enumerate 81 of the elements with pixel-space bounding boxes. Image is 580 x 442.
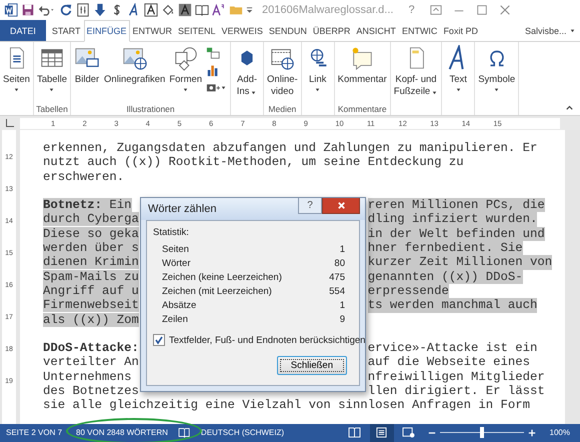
- tool-icon[interactable]: [76, 2, 90, 17]
- stat-value: 1: [340, 300, 345, 311]
- group-label: Kommentare: [338, 104, 387, 116]
- arrow-down-icon[interactable]: [93, 2, 107, 17]
- customize-caret-icon[interactable]: [246, 6, 253, 14]
- shaded-a-icon[interactable]: [178, 2, 192, 17]
- text-line: Unternehmens: [43, 370, 132, 384]
- text-line: DDoS-Attacke:: [43, 341, 139, 356]
- stat-label: Seiten: [162, 244, 189, 255]
- collapse-ribbon-icon[interactable]: [565, 103, 574, 112]
- proofing-book-icon[interactable]: [178, 427, 191, 438]
- text-line: verteilter An: [43, 355, 139, 370]
- stat-value: 475: [329, 272, 345, 283]
- account-menu[interactable]: Salvisbe...: [518, 20, 580, 42]
- text-line: erschweren.: [43, 170, 124, 184]
- close-icon: [336, 201, 346, 210]
- stat-value: 80: [334, 258, 345, 269]
- stat-label: Absätze: [162, 300, 196, 311]
- close-button[interactable]: Schließen: [276, 356, 347, 375]
- close-icon[interactable]: [498, 4, 511, 16]
- group-label: Illustrationen: [126, 104, 175, 116]
- text-line: des Botnetzes: [43, 384, 139, 398]
- ribbon-button[interactable]: Kommentar: [336, 44, 389, 88]
- ribbon-button[interactable]: Symbole: [476, 44, 518, 94]
- smartart-icon: [206, 46, 220, 60]
- ribbon-button[interactable]: Link: [302, 44, 333, 94]
- ribbon-button[interactable]: Bilder: [72, 44, 102, 88]
- text-line: auf die Webseite eines: [368, 355, 530, 370]
- stat-label: Zeichen (mit Leerzeichen): [162, 286, 272, 297]
- text-line: sie alle gleichzeitig eine Vielzahl von sinnlosen Anfragen in Form: [43, 398, 530, 413]
- checkbox[interactable]: [153, 334, 165, 346]
- page-indicator[interactable]: SEITE 2 VON 7: [6, 428, 62, 438]
- zoom-level[interactable]: 100%: [550, 428, 570, 438]
- stat-label: Zeilen: [162, 314, 188, 325]
- zoom-in-icon[interactable]: [528, 428, 536, 437]
- stat-label: Wörter: [162, 258, 190, 269]
- save-icon[interactable]: [21, 2, 35, 17]
- stat-value: 554: [329, 286, 345, 297]
- font-size-icon[interactable]: [212, 2, 226, 17]
- book-icon[interactable]: [195, 2, 209, 17]
- close-button[interactable]: [322, 198, 360, 214]
- ribbon-button[interactable]: Kopf- und Fußzeile: [392, 44, 440, 100]
- word-count[interactable]: 80 VON 2848 WÖRTERN: [76, 428, 168, 438]
- shapes-icon: [172, 45, 199, 72]
- ribbon-tab[interactable]: EINFÜGE: [84, 20, 130, 42]
- text-line: erkennen, Zugangsdaten abzufangen und Zahlungen zu manipulieren. Er: [43, 140, 538, 156]
- ribbon-tab[interactable]: DATEI: [0, 20, 46, 42]
- help-button[interactable]: ?: [298, 198, 322, 214]
- language-indicator[interactable]: DEUTSCH (SCHWEIZ): [200, 428, 284, 438]
- stat-value: 9: [340, 314, 345, 325]
- help-button[interactable]: ?: [404, 4, 419, 16]
- checkbox-label[interactable]: Textfelder, Fuß- und Endnoten berücksichtigen: [169, 334, 366, 346]
- refresh-icon[interactable]: [59, 2, 73, 17]
- stat-label: Zeichen (keine Leerzeichen): [162, 272, 282, 283]
- text-line: ervice»-Attacke ist ein: [368, 341, 538, 356]
- caret-icon: [569, 26, 576, 34]
- framed-a-icon[interactable]: [144, 2, 158, 17]
- text-line: llen dirigiert. Er lässt: [368, 384, 545, 398]
- word-logo-icon: [4, 2, 18, 17]
- paint-bucket-icon[interactable]: [161, 2, 175, 17]
- ribbon-button[interactable]: Formen: [167, 44, 204, 94]
- text-line: nutzt auch ((x)) Rootkit-Methoden, um seine Entdeckung zu: [43, 155, 464, 170]
- tab-stop-icon[interactable]: [6, 119, 14, 128]
- zoom-slider-thumb[interactable]: [480, 427, 484, 438]
- ribbon-button[interactable]: Seiten: [1, 44, 32, 94]
- ribbon-button[interactable]: Text: [443, 44, 474, 94]
- ribbon-button[interactable]: Online- video: [265, 44, 300, 100]
- chart-icon: [206, 63, 220, 78]
- group-label: Medien: [268, 104, 296, 116]
- print-layout-icon[interactable]: [370, 424, 394, 442]
- maximize-icon[interactable]: [476, 4, 488, 16]
- stat-value: 1: [340, 244, 345, 255]
- group-label: Tabellen: [36, 104, 68, 116]
- ribbon-button[interactable]: Add- Ins: [232, 44, 262, 100]
- ribbon-display-icon[interactable]: [430, 4, 442, 16]
- text-line: nfreiwilligen Mitglieder: [368, 370, 545, 384]
- dialog-title: Wörter zählen: [148, 203, 216, 215]
- group-label: Statistik:: [153, 227, 190, 238]
- ribbon-button[interactable]: Onlinegrafiken: [102, 44, 168, 88]
- ribbon-button[interactable]: Tabelle: [34, 44, 70, 94]
- window-title: 201606Malwareglossar.d...: [262, 4, 394, 16]
